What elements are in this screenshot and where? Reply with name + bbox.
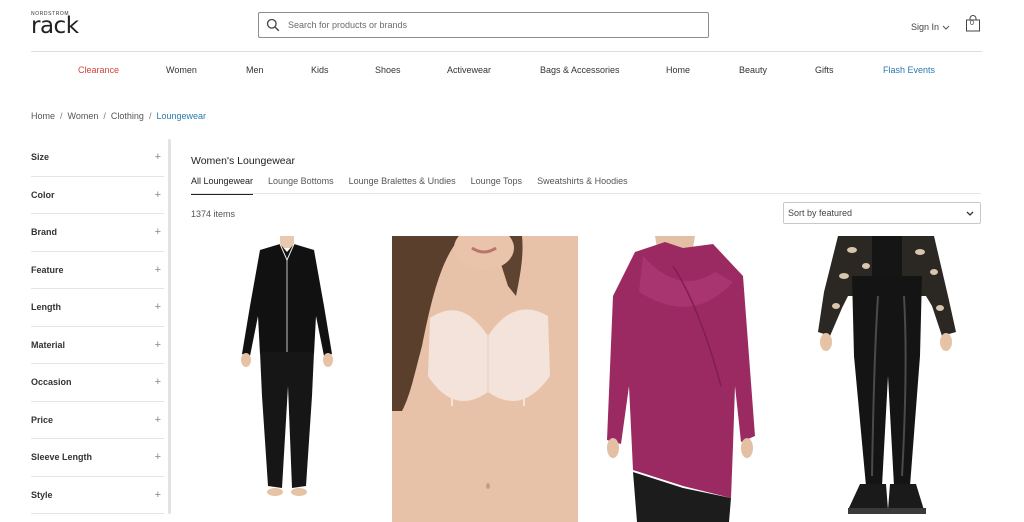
sort-dropdown[interactable]: Sort by featured (783, 202, 981, 224)
tabs-divider (191, 193, 981, 194)
page-title: Women's Loungewear (191, 155, 295, 167)
breadcrumb-current: Loungewear (156, 111, 206, 121)
filter-label: Occasion (31, 377, 72, 388)
filter-label: Price (31, 414, 54, 425)
nav-item-shoes[interactable]: Shoes (375, 65, 401, 75)
filter-material[interactable]: Material + (31, 327, 164, 364)
plus-icon: + (154, 488, 161, 501)
bag-count: 0 (970, 20, 974, 27)
plus-icon: + (154, 188, 161, 201)
breadcrumb-women[interactable]: Women (68, 111, 99, 121)
filter-brand[interactable]: Brand + (31, 214, 164, 252)
product-image-wrap-sweatshirt[interactable] (603, 236, 755, 522)
nav-item-beauty[interactable]: Beauty (739, 65, 767, 75)
plus-icon: + (154, 451, 161, 464)
filter-color[interactable]: Color + (31, 177, 164, 214)
sidebar-scrollbar[interactable] (168, 139, 171, 514)
filter-label: Size (31, 152, 50, 163)
filter-price[interactable]: Price + (31, 402, 164, 439)
plus-icon: + (154, 413, 161, 426)
nav-item-bags-accessories[interactable]: Bags & Accessories (540, 65, 620, 75)
nav-item-flash-events[interactable]: Flash Events (883, 65, 935, 75)
chevron-down-icon (966, 211, 974, 216)
main-navigation: Clearance Women Men Kids Shoes Activewea… (0, 65, 1024, 77)
filter-label: Style (31, 489, 53, 500)
chevron-down-icon (942, 25, 950, 30)
filter-label: Length (31, 302, 61, 313)
header-divider (31, 51, 982, 52)
breadcrumb-home[interactable]: Home (31, 111, 55, 121)
plus-icon: + (154, 151, 161, 164)
nav-item-kids[interactable]: Kids (311, 65, 329, 75)
nav-item-activewear[interactable]: Activewear (447, 65, 491, 75)
item-count: 1374 items (191, 209, 236, 219)
search-input[interactable] (288, 20, 688, 30)
search-bar[interactable] (258, 12, 709, 38)
filter-label: Brand (31, 227, 58, 238)
filter-label: Sleeve Length (31, 452, 93, 463)
filter-style[interactable]: Style + (31, 477, 164, 514)
filter-occasion[interactable]: Occasion + (31, 364, 164, 402)
breadcrumb-clothing[interactable]: Clothing (111, 111, 144, 121)
filter-sleeve-length[interactable]: Sleeve Length + (31, 439, 164, 477)
breadcrumb-separator: / (148, 111, 152, 121)
search-icon (266, 18, 280, 32)
plus-icon: + (154, 301, 161, 314)
nav-item-clearance[interactable]: Clearance (78, 65, 119, 75)
product-image-leggings-outfit[interactable] (808, 236, 964, 522)
product-image-pajama-set[interactable] (232, 236, 342, 522)
plus-icon: + (154, 376, 161, 389)
nav-item-home[interactable]: Home (666, 65, 690, 75)
filter-length[interactable]: Length + (31, 289, 164, 327)
filter-sidebar: Size + Color + Brand + Feature + Length + Mat… (31, 139, 164, 514)
nordstrom-rack-logo[interactable]: NORDSTROM rack (31, 11, 83, 39)
filter-label: Color (31, 189, 55, 200)
plus-icon: + (154, 338, 161, 351)
filter-label: Feature (31, 264, 64, 275)
filter-feature[interactable]: Feature + (31, 252, 164, 289)
sign-in-label: Sign In (911, 22, 940, 32)
breadcrumb-separator: / (60, 111, 63, 121)
plus-icon: + (154, 263, 161, 276)
nav-item-men[interactable]: Men (246, 65, 264, 75)
sign-in-menu[interactable]: Sign In (911, 22, 950, 32)
breadcrumb-separator: / (103, 111, 106, 121)
breadcrumb: Home / Women / Clothing / Loungewear (31, 111, 206, 121)
product-image-bralette[interactable] (392, 236, 578, 522)
logo-big-text: rack (31, 13, 79, 39)
filter-size[interactable]: Size + (31, 139, 164, 177)
filter-label: Material (31, 339, 66, 350)
sort-label: Sort by featured (788, 208, 853, 218)
nav-item-gifts[interactable]: Gifts (815, 65, 834, 75)
plus-icon: + (154, 226, 161, 239)
nav-item-women[interactable]: Women (166, 65, 197, 75)
